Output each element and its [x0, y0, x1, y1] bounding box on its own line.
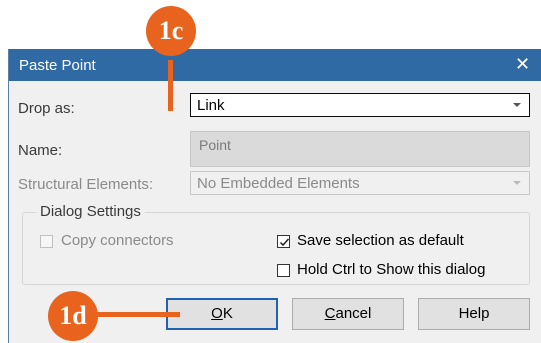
- dialog-title: Paste Point: [19, 57, 96, 74]
- callout-1c-line: [168, 60, 173, 111]
- cancel-button[interactable]: Cancel: [292, 298, 404, 330]
- save-selection-label[interactable]: Save selection as default: [297, 232, 464, 249]
- help-button[interactable]: Help: [418, 298, 530, 330]
- chevron-down-icon: [513, 103, 521, 107]
- cancel-label-rest: ancel: [335, 305, 372, 322]
- hold-ctrl-label[interactable]: Hold Ctrl to Show this dialog: [297, 261, 485, 278]
- cancel-mnemonic: C: [324, 305, 336, 322]
- callout-1d-badge: 1d: [48, 291, 98, 341]
- callout-1d-line: [92, 312, 180, 317]
- structural-elements-select: No Embedded Elements: [190, 171, 530, 195]
- name-label: Name:: [18, 142, 63, 159]
- close-icon[interactable]: ✕: [515, 55, 530, 73]
- drop-as-label: Drop as:: [18, 100, 75, 117]
- save-selection-checkbox[interactable]: [277, 235, 290, 248]
- name-value: Point: [199, 137, 231, 153]
- ok-label-rest: K: [222, 305, 233, 322]
- hold-ctrl-checkbox[interactable]: [277, 264, 290, 277]
- callout-1c-badge: 1c: [146, 6, 196, 56]
- ok-button[interactable]: OK: [166, 298, 278, 330]
- title-bar: Paste Point ✕: [9, 49, 541, 81]
- drop-as-value: Link: [197, 97, 225, 114]
- checkmark-icon: [279, 238, 290, 247]
- name-field: Point: [190, 131, 530, 167]
- copy-connectors-checkbox: [40, 235, 53, 248]
- drop-as-select[interactable]: Link: [190, 93, 530, 117]
- chevron-down-icon: [513, 181, 521, 185]
- copy-connectors-label: Copy connectors: [61, 232, 174, 249]
- ok-mnemonic: O: [211, 305, 223, 322]
- dialog-settings-title: Dialog Settings: [36, 203, 145, 220]
- structural-elements-value: No Embedded Elements: [197, 175, 360, 192]
- structural-elements-label: Structural Elements:: [18, 176, 154, 193]
